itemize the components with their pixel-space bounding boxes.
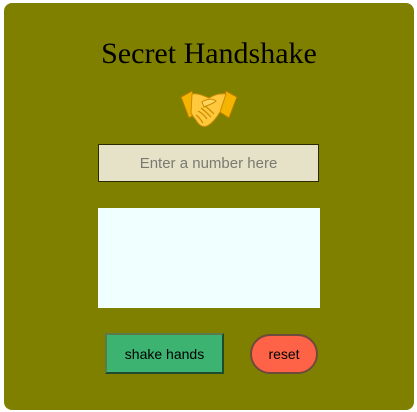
shake-hands-button[interactable]: shake hands xyxy=(105,333,224,374)
number-input[interactable] xyxy=(98,144,319,182)
handshake-card: Secret Handshake shake hands reset xyxy=(4,3,414,410)
handshake-icon xyxy=(180,85,238,131)
page-title: Secret Handshake xyxy=(101,37,317,70)
handshake-output xyxy=(98,208,320,308)
reset-button[interactable]: reset xyxy=(250,334,318,374)
